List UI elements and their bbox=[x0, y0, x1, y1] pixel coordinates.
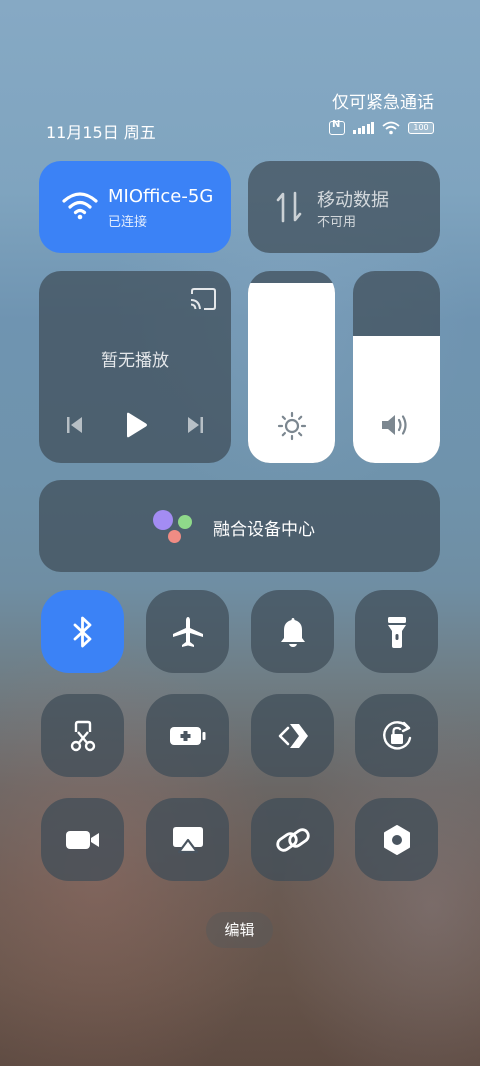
mobile-data-title: 移动数据 bbox=[317, 190, 389, 211]
screenshot-icon bbox=[70, 720, 95, 751]
volume-level bbox=[353, 336, 440, 463]
screen-recorder-icon bbox=[65, 830, 99, 849]
play-icon[interactable] bbox=[124, 412, 148, 438]
battery-saver-toggle[interactable] bbox=[146, 694, 229, 777]
bluetooth-icon bbox=[73, 616, 91, 647]
cast-screen-toggle[interactable] bbox=[146, 798, 229, 881]
wifi-status: 已连接 bbox=[108, 215, 148, 230]
wifi-icon bbox=[62, 192, 98, 220]
emergency-call-text: 仅可紧急通话 bbox=[332, 93, 434, 113]
flashlight-toggle[interactable] bbox=[355, 590, 438, 673]
cast-icon[interactable] bbox=[189, 288, 217, 310]
media-status: 暂无播放 bbox=[101, 351, 169, 371]
brightness-icon bbox=[277, 411, 307, 441]
edit-button[interactable]: 编辑 bbox=[206, 912, 273, 948]
bluetooth-toggle[interactable] bbox=[41, 590, 124, 673]
media-player-tile: 暂无播放 bbox=[39, 271, 231, 463]
volume-icon bbox=[382, 415, 407, 435]
date-text: 11月15日 周五 bbox=[46, 123, 156, 142]
wifi-status-icon bbox=[382, 121, 400, 135]
mobile-data-tile[interactable]: 移动数据 不可用 bbox=[248, 161, 440, 253]
device-hub-tile[interactable]: 融合设备中心 bbox=[39, 480, 440, 572]
next-track-icon[interactable] bbox=[185, 415, 205, 435]
link-toggle[interactable] bbox=[251, 798, 334, 881]
screen-recorder-toggle[interactable] bbox=[41, 798, 124, 881]
flashlight-icon bbox=[387, 616, 406, 648]
battery-saver-icon bbox=[169, 726, 205, 745]
cast-screen-icon bbox=[172, 826, 203, 853]
screenshot-toggle[interactable] bbox=[41, 694, 124, 777]
wifi-network-name: MIOffice-5G bbox=[108, 186, 214, 207]
link-icon bbox=[275, 827, 310, 852]
airplane-mode-toggle[interactable] bbox=[146, 590, 229, 673]
wifi-tile[interactable]: MIOffice-5G 已连接 bbox=[39, 161, 231, 253]
nfc-icon bbox=[329, 119, 345, 135]
rotation-lock-toggle[interactable] bbox=[355, 694, 438, 777]
battery-icon: 100 bbox=[408, 122, 434, 134]
rotation-lock-icon bbox=[382, 720, 411, 750]
nearby-share-icon bbox=[278, 723, 308, 748]
bell-icon bbox=[280, 617, 305, 647]
mobile-data-status: 不可用 bbox=[317, 215, 357, 230]
mobile-data-icon bbox=[276, 191, 302, 223]
settings-icon bbox=[383, 824, 410, 855]
device-hub-label: 融合设备中心 bbox=[213, 520, 315, 540]
signal-icon bbox=[353, 122, 374, 134]
airplane-icon bbox=[172, 616, 203, 647]
nearby-share-toggle[interactable] bbox=[251, 694, 334, 777]
status-icons: 100 bbox=[329, 119, 434, 135]
brightness-slider[interactable] bbox=[248, 271, 335, 463]
previous-track-icon[interactable] bbox=[65, 415, 85, 435]
sound-toggle[interactable] bbox=[251, 590, 334, 673]
volume-slider[interactable] bbox=[353, 271, 440, 463]
settings-toggle[interactable] bbox=[355, 798, 438, 881]
